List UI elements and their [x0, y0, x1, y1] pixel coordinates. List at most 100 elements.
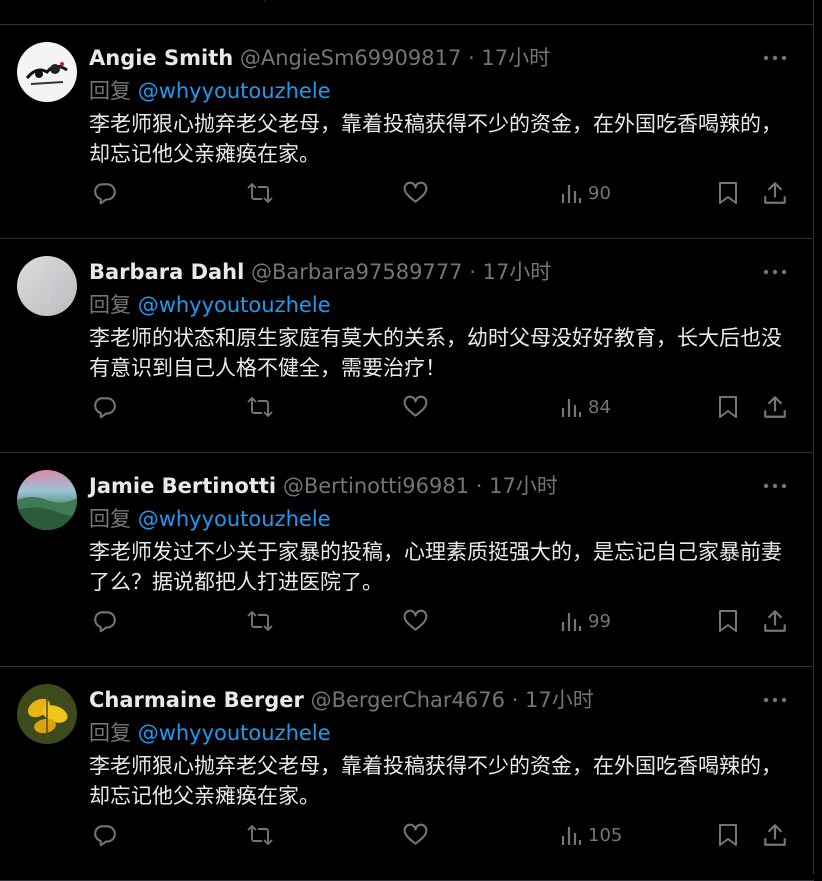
share-icon	[764, 396, 786, 418]
views-icon	[561, 399, 582, 417]
views-count: 84	[588, 396, 611, 418]
like-button[interactable]	[402, 817, 429, 853]
reply-icon	[94, 611, 116, 633]
mention-link[interactable]: @whyyoutouzhele	[138, 79, 331, 103]
more-options-icon[interactable]	[762, 262, 788, 282]
tweet-text: 李老师狠心抛弃老父老母，靠着投稿获得不少的资金，在外国吃香喝辣的，却忘记他父亲瘫…	[89, 754, 782, 808]
like-button[interactable]	[402, 603, 429, 639]
views-button[interactable]: 90	[560, 175, 611, 211]
tweet-actions: 84	[89, 389, 809, 425]
bookmark-icon	[719, 610, 737, 632]
reply-to: 回复 @whyyoutouzhele	[89, 505, 331, 533]
tweet-actions: 105	[89, 817, 809, 853]
avatar[interactable]	[17, 684, 77, 744]
reply-prefix: 回复	[89, 293, 131, 317]
author-name[interactable]: Jamie Bertinotti	[89, 474, 276, 498]
heart-icon	[403, 395, 428, 417]
avatar[interactable]	[17, 42, 77, 102]
author-handle[interactable]: @BergerChar4676	[311, 688, 505, 712]
reply-icon[interactable]	[96, 0, 120, 10]
views-icon[interactable]	[561, 0, 585, 10]
more-options-icon[interactable]	[762, 48, 788, 68]
bookmark-button[interactable]	[716, 603, 740, 639]
tweet-text: 李老师狠心抛弃老父老母，靠着投稿获得不少的资金，在外国吃香喝辣的，却忘记他父亲瘫…	[89, 112, 782, 166]
share-button[interactable]	[762, 175, 788, 211]
heart-icon	[403, 823, 428, 845]
share-button[interactable]	[762, 389, 788, 425]
retweet-icon	[247, 825, 273, 845]
reply-button[interactable]	[91, 389, 117, 425]
heart-icon	[403, 609, 428, 631]
reply-button[interactable]	[91, 603, 117, 639]
like-button[interactable]	[402, 389, 429, 425]
share-icon	[764, 824, 786, 846]
tweet[interactable]: Charmaine Berger @BergerChar4676 · 17小时 …	[0, 667, 814, 881]
separator: ·	[475, 474, 483, 498]
retweet-icon	[247, 183, 273, 203]
views-icon	[561, 613, 582, 631]
views-count: 90	[588, 182, 611, 204]
author-name[interactable]: Charmaine Berger	[89, 688, 304, 712]
views-icon	[561, 185, 582, 203]
retweet-button[interactable]	[246, 817, 274, 853]
author-handle[interactable]: @AngieSm69909817	[240, 46, 461, 70]
tweet-text: 李老师的状态和原生家庭有莫大的关系，幼时父母没好好教育，长大后也没有意识到自己人…	[89, 326, 782, 380]
reply-icon	[94, 397, 116, 419]
timestamp[interactable]: 17小时	[489, 474, 558, 498]
retweet-button[interactable]	[246, 175, 274, 211]
timestamp[interactable]: 17小时	[481, 46, 550, 70]
mention-link[interactable]: @whyyoutouzhele	[138, 507, 331, 531]
tweet[interactable]: Angie Smith @AngieSm69909817 · 17小时 回复 @…	[0, 25, 814, 239]
share-icon	[764, 182, 786, 204]
timestamp[interactable]: 17小时	[483, 260, 552, 284]
share-button[interactable]	[762, 817, 788, 853]
like-button[interactable]	[402, 175, 429, 211]
reply-to: 回复 @whyyoutouzhele	[89, 291, 331, 319]
bookmark-icon	[719, 182, 737, 204]
bookmark-button[interactable]	[716, 175, 740, 211]
more-options-icon[interactable]	[762, 690, 788, 710]
author-name[interactable]: Angie Smith	[89, 46, 233, 70]
retweet-button[interactable]	[246, 389, 274, 425]
author-handle[interactable]: @Bertinotti96981	[283, 474, 469, 498]
yellow-leaves-avatar-icon	[17, 684, 77, 744]
timeline-feed: Angie Smith @AngieSm69909817 · 17小时 回复 @…	[0, 0, 814, 881]
separator: ·	[468, 46, 475, 70]
retweet-icon	[247, 611, 273, 631]
reply-button[interactable]	[91, 175, 117, 211]
tweet-header: Jamie Bertinotti @Bertinotti96981 · 17小时	[89, 473, 558, 499]
tweet-header: Barbara Dahl @Barbara97589777 · 17小时	[89, 259, 551, 285]
bookmark-button[interactable]	[716, 817, 740, 853]
reply-button[interactable]	[91, 817, 117, 853]
mention-link[interactable]: @whyyoutouzhele	[138, 721, 331, 745]
retweet-icon[interactable]	[248, 0, 276, 10]
bookmark-button[interactable]	[716, 389, 740, 425]
more-options-icon[interactable]	[762, 476, 788, 496]
tweet-header: Angie Smith @AngieSm69909817 · 17小时	[89, 45, 550, 71]
reply-to: 回复 @whyyoutouzhele	[89, 719, 331, 747]
views-button[interactable]: 99	[560, 603, 611, 639]
views-count: 105	[588, 824, 623, 846]
tweet-text: 李老师发过不少关于家暴的投稿，心理素质挺强大的，是忘记自己家暴前妻了么？据说都把…	[89, 540, 782, 594]
previous-tweet-actions	[0, 0, 814, 25]
mention-link[interactable]: @whyyoutouzhele	[138, 293, 331, 317]
share-icon	[764, 610, 786, 632]
views-count: 99	[588, 610, 611, 632]
tweet[interactable]: Jamie Bertinotti @Bertinotti96981 · 17小时…	[0, 453, 814, 667]
author-name[interactable]: Barbara Dahl	[89, 260, 244, 284]
views-button[interactable]: 105	[560, 817, 622, 853]
tweet[interactable]: Barbara Dahl @Barbara97589777 · 17小时 回复 …	[0, 239, 814, 453]
reply-prefix: 回复	[89, 721, 131, 745]
gray-gradient-avatar-icon	[17, 256, 77, 316]
views-button[interactable]: 84	[560, 389, 611, 425]
like-icon[interactable]	[404, 0, 428, 10]
author-handle[interactable]: @Barbara97589777	[251, 260, 463, 284]
bookmark-icon[interactable]	[715, 0, 739, 10]
share-button[interactable]	[762, 603, 788, 639]
tweet-actions: 99	[89, 603, 809, 639]
avatar[interactable]	[17, 470, 77, 530]
timestamp[interactable]: 17小时	[525, 688, 594, 712]
retweet-button[interactable]	[246, 603, 274, 639]
avatar[interactable]	[17, 256, 77, 316]
heart-icon	[403, 181, 428, 203]
